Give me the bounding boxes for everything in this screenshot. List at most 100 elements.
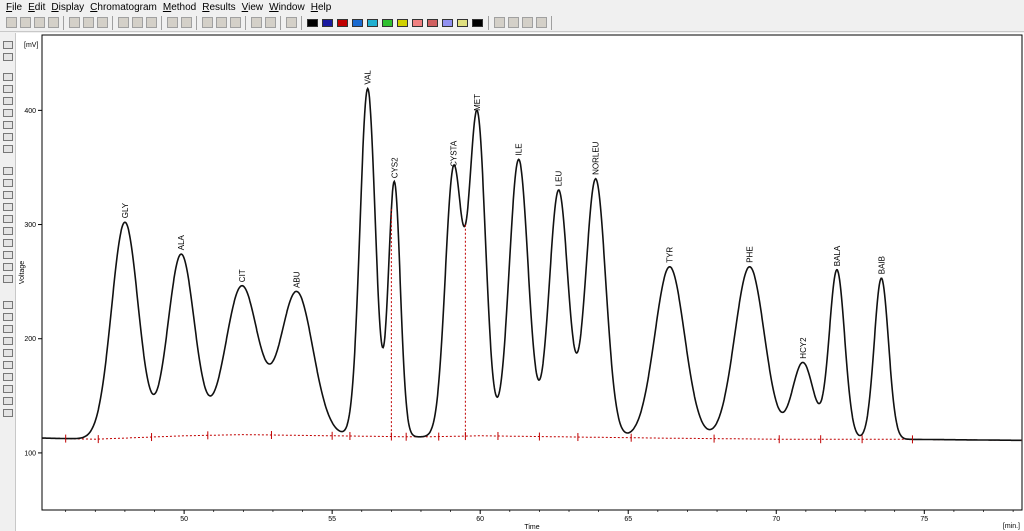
integration-tool-icon[interactable] (3, 53, 13, 61)
menu-label: dit (34, 1, 46, 13)
integration-tool-icon[interactable] (3, 41, 13, 49)
trace-color-icon[interactable] (337, 18, 348, 27)
first-icon[interactable] (556, 17, 568, 28)
integration-tool-icon[interactable] (3, 215, 13, 223)
peak-label-met: MET (473, 94, 482, 111)
menu-chromatogram[interactable]: Chromatogram (90, 2, 157, 13)
peak-label-abu: ABU (293, 271, 302, 288)
peak-label-cit: CIT (238, 269, 247, 282)
y-axis-title: Voltage (19, 261, 26, 284)
integration-tool-icon[interactable] (3, 109, 13, 117)
y-axis-unit: [mV] (24, 42, 38, 49)
integration-tool-icon[interactable] (3, 361, 13, 369)
x-tick-label: 70 (772, 516, 780, 523)
integration-tool-icon[interactable] (3, 251, 13, 259)
integration-tool-icon[interactable] (3, 133, 13, 141)
menu-label: ethod (171, 1, 197, 13)
menu-file[interactable]: File (6, 2, 22, 13)
integration-tool-icon[interactable] (3, 73, 13, 81)
integration-tool-icon[interactable] (3, 145, 13, 153)
table-icon[interactable] (521, 17, 533, 28)
trace-color-icon[interactable] (397, 18, 408, 27)
peak-label-baib: BAIB (877, 256, 886, 274)
toolbar-separator (551, 15, 552, 30)
zoom-fit-icon[interactable] (229, 17, 241, 28)
integration-tool-icon[interactable] (3, 385, 13, 393)
print-preview-icon[interactable] (82, 17, 94, 28)
zoom-out-icon[interactable] (215, 17, 227, 28)
integration-tool-icon[interactable] (3, 301, 13, 309)
integration-tool-icon[interactable] (3, 227, 13, 235)
integration-tool-icon[interactable] (3, 409, 13, 417)
chromatogram-plot-area[interactable]: 100 200 300 400 50 55 60 65 70 75 [mV] [min.] Time Vo… (16, 33, 1024, 531)
cut-icon[interactable] (117, 17, 129, 28)
integration-tool-icon[interactable] (3, 313, 13, 321)
y-tick-label: 400 (24, 108, 36, 115)
integration-tool-icon[interactable] (3, 325, 13, 333)
trace-color-icon[interactable] (457, 18, 468, 27)
x-tick-label: 55 (328, 516, 336, 523)
menu-edit[interactable]: Edit (28, 2, 45, 13)
integration-tool-icon[interactable] (3, 373, 13, 381)
open-icon[interactable] (19, 17, 31, 28)
menu-label: esults (209, 1, 236, 13)
trace-color-icon[interactable] (412, 18, 423, 27)
print-icon[interactable] (68, 17, 80, 28)
menu-results[interactable]: Results (202, 2, 235, 13)
integration-tool-icon[interactable] (3, 167, 13, 175)
menu-method[interactable]: Method (163, 2, 196, 13)
next-icon[interactable] (584, 17, 596, 28)
menu-help[interactable]: Help (311, 2, 332, 13)
prev-icon[interactable] (570, 17, 582, 28)
trace-color-icon[interactable] (352, 18, 363, 27)
pencil-icon[interactable] (250, 17, 262, 28)
integration-tool-icon[interactable] (3, 349, 13, 357)
integration-tool-icon[interactable] (3, 97, 13, 105)
settings-icon[interactable] (535, 17, 547, 28)
integration-tool-icon[interactable] (3, 191, 13, 199)
new-icon[interactable] (5, 17, 17, 28)
integration-tool-icon[interactable] (3, 275, 13, 283)
integration-tool-icon[interactable] (3, 179, 13, 187)
export-icon[interactable] (96, 17, 108, 28)
trace-color-icon[interactable] (322, 18, 333, 27)
menu-label: hromatogram (97, 1, 157, 13)
menu-bar: File Edit Display Chromatogram Method Results… (0, 0, 1024, 14)
menu-mnemonic: E (28, 1, 35, 13)
peak-label-hcy2: HCY2 (799, 337, 808, 359)
trace-color-icon[interactable] (472, 18, 483, 27)
toolbar-separator (63, 15, 64, 30)
peak-label-cys2: CYS2 (390, 157, 399, 178)
trace-color-icon[interactable] (367, 18, 378, 27)
integration-tool-icon[interactable] (3, 397, 13, 405)
trace-color-icon[interactable] (442, 18, 453, 27)
zoom-in-icon[interactable] (201, 17, 213, 28)
integration-tool-icon[interactable] (3, 263, 13, 271)
trace-color-icon[interactable] (307, 18, 318, 27)
trace-color-icon[interactable] (427, 18, 438, 27)
last-icon[interactable] (598, 17, 610, 28)
left-tool-palette (0, 33, 16, 531)
integration-tool-icon[interactable] (3, 239, 13, 247)
menu-window[interactable]: Window (269, 2, 305, 13)
chromatogram-chart[interactable]: 100 200 300 400 50 55 60 65 70 75 [mV] [min.] Time Vo… (16, 33, 1024, 531)
close-icon[interactable] (33, 17, 45, 28)
menu-view[interactable]: View (242, 2, 264, 13)
copy-icon[interactable] (131, 17, 143, 28)
grid-icon[interactable] (507, 17, 519, 28)
paste-icon[interactable] (145, 17, 157, 28)
trace-color-icon[interactable] (382, 18, 393, 27)
undo-icon[interactable] (166, 17, 178, 28)
menu-mnemonic: D (51, 1, 59, 13)
peak-icon[interactable] (285, 17, 297, 28)
redo-icon[interactable] (180, 17, 192, 28)
comment-icon[interactable] (264, 17, 276, 28)
integration-tool-icon[interactable] (3, 121, 13, 129)
menu-display[interactable]: Display (51, 2, 84, 13)
edit-icon[interactable] (47, 17, 59, 28)
integration-tool-icon[interactable] (3, 203, 13, 211)
x-axis-unit: [min.] (1003, 523, 1020, 530)
peak-find-icon[interactable] (493, 17, 505, 28)
integration-tool-icon[interactable] (3, 85, 13, 93)
integration-tool-icon[interactable] (3, 337, 13, 345)
